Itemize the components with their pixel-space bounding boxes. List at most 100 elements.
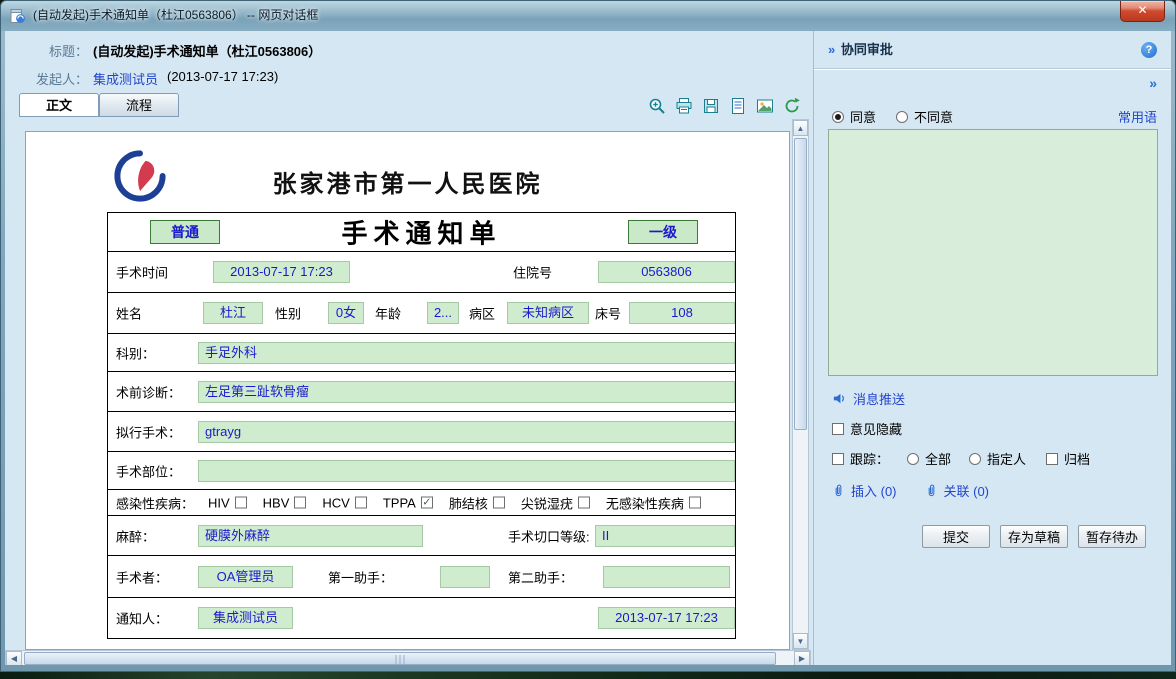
dialog-body: 标题： (自动发起)手术通知单（杜江0563806） 发起人： 集成测试员 (2…	[5, 31, 1171, 665]
infectious-disease-label: HBV	[263, 495, 290, 510]
notes-icon[interactable]	[729, 97, 747, 115]
hospital-name: 张家港市第一人民医院	[26, 164, 789, 199]
doc-title-label: 标题：	[49, 41, 88, 60]
tab-body[interactable]: 正文	[19, 93, 99, 117]
scroll-up-button[interactable]: ▲	[793, 120, 808, 136]
initiator-time: (2013-07-17 17:23)	[167, 69, 278, 84]
vertical-scroll-thumb[interactable]	[794, 138, 807, 430]
track-all-radio[interactable]	[907, 453, 919, 465]
hide-opinion-label: 意见隐藏	[850, 419, 902, 438]
infectious-item: TPPA	[383, 495, 433, 510]
decision-radio-group: 同意 不同意	[832, 107, 953, 126]
admission-no-label: 住院号	[513, 263, 552, 282]
relate-link[interactable]: 关联 (0)	[944, 481, 990, 500]
infectious-disease-checkbox[interactable]	[578, 497, 590, 509]
scroll-down-button[interactable]: ▼	[793, 633, 808, 649]
assistant1-label: 第一助手：	[328, 567, 393, 586]
opinion-textarea[interactable]	[828, 129, 1158, 376]
initiator-name-link[interactable]: 集成测试员	[93, 69, 158, 88]
submit-button[interactable]: 提交	[922, 525, 990, 548]
action-buttons: 提交 存为草稿 暂存待办	[814, 525, 1146, 548]
infectious-item: HCV	[322, 495, 366, 510]
refresh-icon[interactable]	[783, 97, 801, 115]
form-row-department: 科别： 手足外科	[108, 333, 735, 371]
save-icon[interactable]	[702, 97, 720, 115]
infectious-disease-checkbox[interactable]	[294, 497, 306, 509]
speaker-icon	[832, 391, 847, 406]
infectious-item: 肺结核	[449, 493, 505, 512]
infectious-disease-checkbox[interactable]	[689, 497, 701, 509]
ward-field[interactable]: 未知病区	[507, 302, 589, 324]
infectious-disease-label: 肺结核	[449, 493, 488, 512]
disagree-radio[interactable]	[896, 111, 908, 123]
bed-field[interactable]: 108	[629, 302, 735, 324]
gender-label: 性别	[275, 304, 301, 323]
horizontal-scrollbar[interactable]: ◀ ▶	[5, 650, 811, 665]
infectious-item: 尖锐湿疣	[521, 493, 590, 512]
department-field[interactable]: 手足外科	[198, 342, 735, 364]
track-all-label: 全部	[925, 449, 951, 468]
ward-label: 病区	[469, 304, 495, 323]
archive-checkbox[interactable]	[1046, 453, 1058, 465]
age-label: 年龄	[375, 304, 401, 323]
agree-radio[interactable]	[832, 111, 844, 123]
track-assignee-radio[interactable]	[969, 453, 981, 465]
age-field[interactable]: 2...	[427, 302, 459, 324]
surgery-site-field[interactable]	[198, 460, 735, 482]
common-phrases-link[interactable]: 常用语	[1118, 107, 1157, 126]
close-button[interactable]: ✕	[1120, 1, 1165, 22]
infectious-disease-checkbox[interactable]	[493, 497, 505, 509]
incision-level-field[interactable]: II	[595, 525, 735, 547]
hide-opinion-checkbox[interactable]	[832, 423, 844, 435]
scroll-right-button[interactable]: ▶	[794, 651, 810, 665]
assistant2-field[interactable]	[603, 566, 730, 588]
notify-time-field[interactable]: 2013-07-17 17:23	[598, 607, 735, 629]
agree-label: 同意	[850, 107, 876, 126]
infectious-disease-checkbox[interactable]	[235, 497, 247, 509]
priority-badge[interactable]: 普通	[150, 220, 220, 244]
admission-no-field[interactable]: 0563806	[598, 261, 735, 283]
hold-button[interactable]: 暂存待办	[1078, 525, 1146, 548]
infectious-disease-checkbox[interactable]	[355, 497, 367, 509]
planned-surgery-field[interactable]: gtrayg	[198, 421, 735, 443]
incision-level-label: 手术切口等级:	[508, 526, 590, 545]
infectious-item: HIV	[208, 495, 247, 510]
chevron-right-icon: »	[828, 42, 835, 57]
form-row-patient: 姓名 杜江 性别 0女 年龄 2... 病区 未知病区 床号 108	[108, 292, 735, 333]
assistant1-field[interactable]	[440, 566, 490, 588]
help-icon[interactable]: ?	[1141, 42, 1157, 58]
diagnosis-field[interactable]: 左足第三趾软骨瘤	[198, 381, 735, 403]
anesthesia-label: 麻醉：	[116, 526, 155, 545]
name-field[interactable]: 杜江	[203, 302, 263, 324]
document-toolbar	[648, 97, 801, 115]
vertical-scrollbar[interactable]: ▲ ▼	[792, 119, 809, 650]
print-icon[interactable]	[675, 97, 693, 115]
infectious-label: 感染性疾病：	[116, 493, 194, 512]
anesthesia-field[interactable]: 硬膜外麻醉	[198, 525, 423, 547]
infectious-disease-checkbox[interactable]	[421, 497, 433, 509]
gender-field[interactable]: 0女	[328, 302, 364, 324]
notifier-field[interactable]: 集成测试员	[198, 607, 293, 629]
archive-label: 归档	[1064, 449, 1090, 468]
surgery-time-field[interactable]: 2013-07-17 17:23	[213, 261, 350, 283]
tab-flow[interactable]: 流程	[99, 93, 179, 117]
image-icon[interactable]	[756, 97, 774, 115]
level-badge[interactable]: 一级	[628, 220, 698, 244]
surgery-form-table: 手术通知单 普通 一级 手术时间 2013-07-17 17:23 住院号 05…	[107, 212, 736, 639]
insert-link[interactable]: 插入 (0)	[851, 481, 897, 500]
surgeon-label: 手术者：	[116, 567, 168, 586]
save-draft-button[interactable]: 存为草稿	[1000, 525, 1068, 548]
zoom-icon[interactable]	[648, 97, 666, 115]
webpage-dialog-icon	[10, 8, 26, 24]
scroll-left-button[interactable]: ◀	[6, 651, 22, 665]
approval-panel: » 协同审批 ? » 同意 不同意 常用语	[813, 31, 1171, 665]
form-header-row: 手术通知单 普通 一级	[108, 213, 735, 251]
panel-collapse-chevron-icon[interactable]: »	[1149, 75, 1157, 91]
message-push-link[interactable]: 消息推送	[853, 389, 905, 408]
form-row-infectious: 感染性疾病： HIVHBVHCVTPPA肺结核尖锐湿疣无感染性疾病	[108, 489, 735, 515]
horizontal-scroll-thumb[interactable]	[24, 652, 776, 665]
planned-surgery-label: 拟行手术：	[116, 422, 181, 441]
track-checkbox[interactable]	[832, 453, 844, 465]
surgery-site-label: 手术部位：	[116, 461, 181, 480]
surgeon-field[interactable]: OA管理员	[198, 566, 293, 588]
